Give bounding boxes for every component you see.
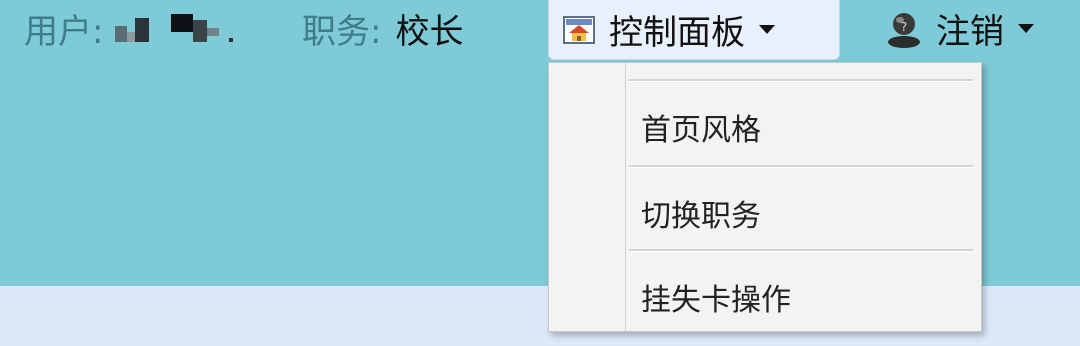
- user-label: 用户:: [24, 11, 104, 52]
- logout-button[interactable]: ? 注销: [884, 0, 1034, 56]
- menu-icon-gutter: [625, 63, 626, 331]
- role-value: 校长: [395, 11, 464, 52]
- user-info: 用户:: [24, 0, 241, 56]
- chevron-down-icon: [1018, 23, 1034, 33]
- svg-text:?: ?: [901, 20, 907, 34]
- menu-item-homepage-style[interactable]: 首页风格: [629, 87, 973, 167]
- menu-item-report-lost-card[interactable]: 挂失卡操作: [629, 257, 973, 337]
- control-panel-button[interactable]: 控制面板: [548, 0, 840, 60]
- user-avatar-icon: ?: [884, 8, 924, 48]
- control-panel-label: 控制面板: [609, 13, 745, 53]
- menu-separator: [629, 249, 973, 252]
- role-label: 职务:: [302, 11, 382, 52]
- control-panel-dropdown-menu: 首页风格 切换职务 挂失卡操作: [548, 62, 982, 332]
- menu-item-switch-role[interactable]: 切换职务: [629, 173, 973, 253]
- pixelated-username: [111, 10, 241, 46]
- menu-separator: [629, 79, 973, 82]
- home-window-icon: [563, 15, 595, 44]
- menu-separator: [629, 165, 973, 168]
- role-info: 职务: 校长: [302, 0, 463, 56]
- chevron-down-icon: [759, 25, 775, 34]
- logout-label: 注销: [936, 11, 1004, 52]
- screen: 用户: 职务: 校长 控制面板 ? 注销 首页风格 切换职务 挂失卡操作: [0, 0, 1080, 346]
